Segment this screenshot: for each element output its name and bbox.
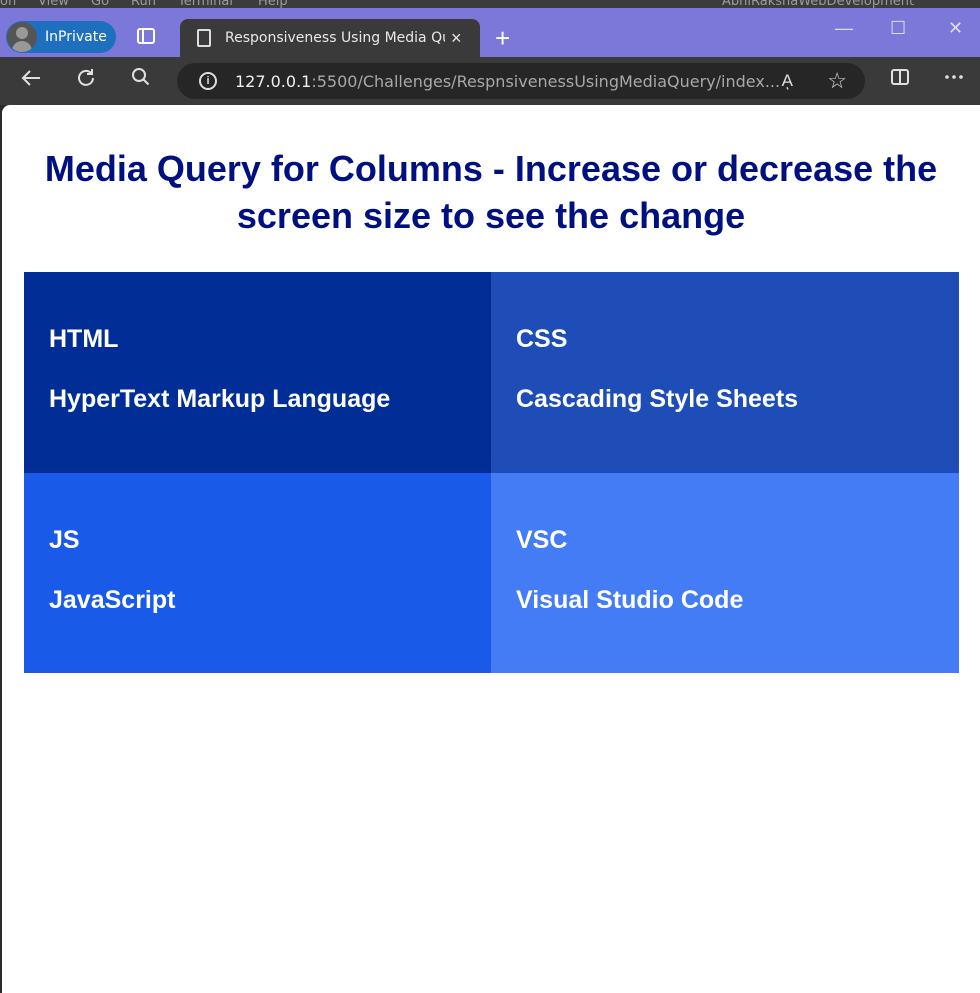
url-host: 127.0.0.1 [235, 71, 312, 91]
maximize-icon[interactable]: ☐ [890, 18, 906, 39]
background-app-menu: on View Go Run Terminal Help AbhiRakshaW… [0, 0, 980, 8]
cell-term: CSS [516, 325, 568, 353]
back-arrow-icon[interactable] [20, 67, 42, 95]
new-tab-button[interactable]: + [495, 23, 510, 54]
menu-item: on [0, 0, 17, 8]
cell-description: Visual Studio Code [516, 586, 744, 614]
menu-item: View [38, 0, 69, 8]
read-aloud-icon[interactable]: Aͅ [782, 71, 793, 91]
inprivate-profile-button[interactable]: InPrivate [6, 21, 116, 53]
columns-grid: HTML HyperText Markup Language CSS Casca… [24, 272, 959, 673]
menu-item: Help [258, 0, 288, 8]
column-cell: JS JavaScript [24, 473, 491, 673]
tab-active[interactable]: Responsiveness Using Media Query × [180, 19, 480, 57]
page-heading: Media Query for Columns - Increase or de… [44, 148, 938, 236]
background-search-text: AbhiRakshaWebDevelopment [722, 0, 915, 8]
refresh-icon[interactable] [75, 67, 97, 95]
column-cell: HTML HyperText Markup Language [24, 272, 491, 473]
browser-title-bar: InPrivate Responsiveness Using Media Que… [0, 8, 980, 57]
url-text: 127.0.0.1:5500/Challenges/RespnsivenessU… [235, 72, 780, 91]
cell-description: Cascading Style Sheets [516, 385, 799, 413]
cell-description: JavaScript [49, 586, 176, 614]
minimize-icon[interactable]: — [835, 18, 853, 39]
close-tab-icon[interactable]: × [451, 28, 462, 49]
tab-actions-icon[interactable] [137, 28, 155, 44]
menu-item: Terminal [178, 0, 233, 8]
cell-term: HTML [49, 325, 119, 353]
site-info-icon[interactable]: i [199, 72, 217, 90]
split-screen-icon[interactable] [890, 67, 910, 93]
search-icon[interactable] [131, 67, 151, 93]
page-icon [197, 29, 211, 47]
cell-description: HyperText Markup Language [49, 385, 391, 413]
profile-label: InPrivate [45, 29, 107, 45]
favorite-star-icon[interactable]: ☆ [827, 68, 847, 94]
url-path: :5500/Challenges/RespnsivenessUsingMedia… [311, 71, 781, 91]
more-options-icon[interactable] [944, 67, 964, 93]
browser-toolbar: i 127.0.0.1:5500/Challenges/Respnsivenes… [0, 57, 980, 105]
cell-term: VSC [516, 526, 568, 554]
column-cell: VSC Visual Studio Code [491, 473, 959, 673]
column-cell: CSS Cascading Style Sheets [491, 272, 959, 473]
menu-item: Run [131, 0, 156, 8]
address-bar[interactable]: i 127.0.0.1:5500/Challenges/Respnsivenes… [177, 63, 865, 99]
window-close-icon[interactable]: ✕ [948, 18, 963, 39]
cell-term: JS [49, 526, 80, 554]
menu-item: Go [91, 0, 110, 8]
web-page: Media Query for Columns - Increase or de… [2, 105, 980, 993]
tab-title: Responsiveness Using Media Query [225, 30, 445, 46]
avatar [7, 22, 37, 52]
